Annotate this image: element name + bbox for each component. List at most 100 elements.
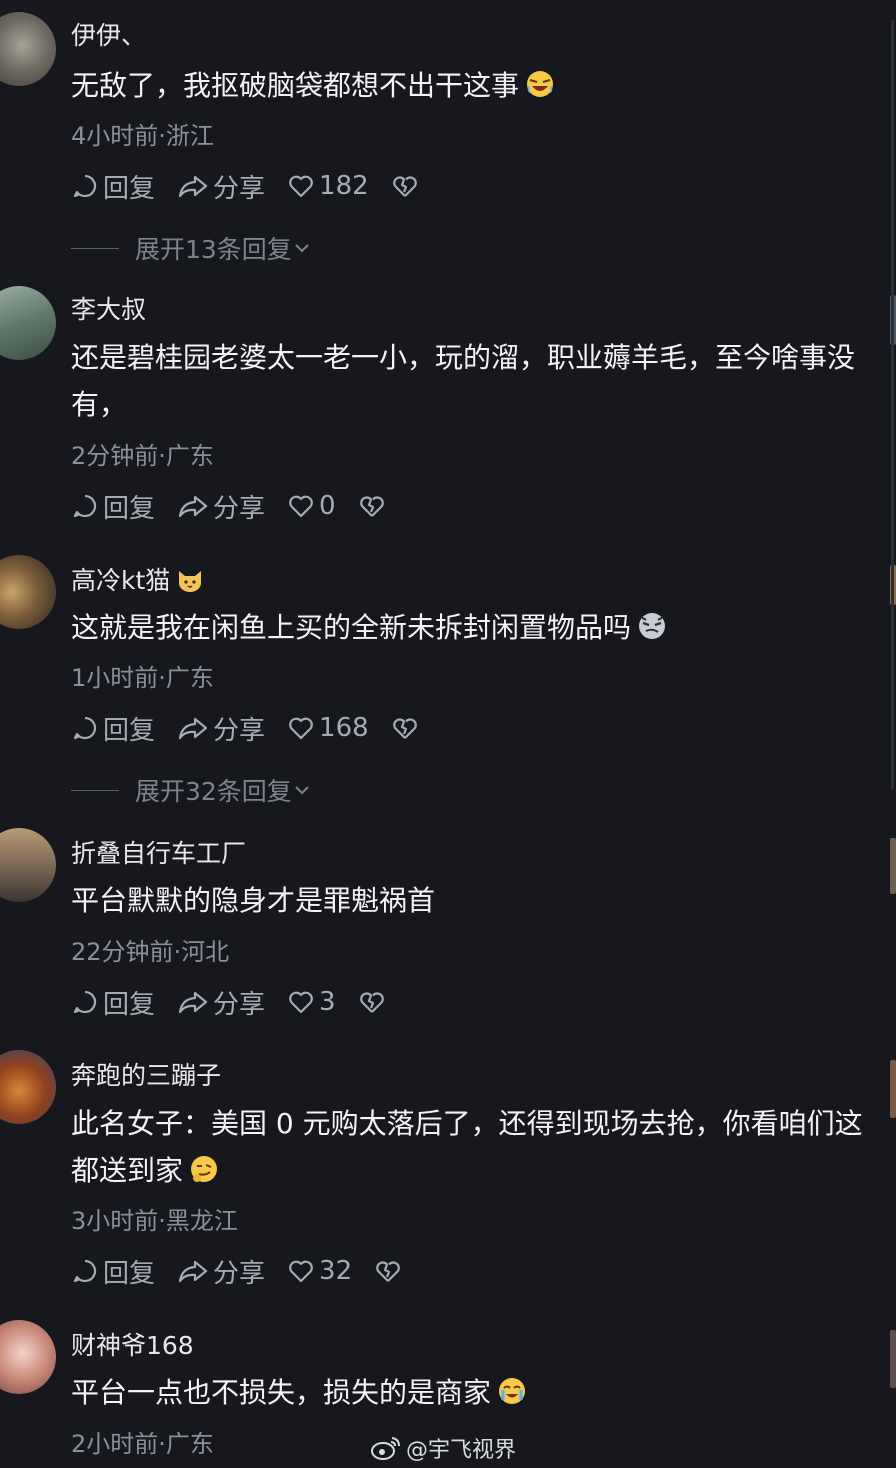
watermark: @宇飞视界 [370,1432,516,1464]
share-label: 分享 [213,493,266,524]
expand-replies-label: 展开13条回复 [135,235,292,264]
reply-label: 回复 [103,989,156,1020]
broken-heart-icon [359,496,384,517]
heart-icon [289,495,313,518]
crying-laughing-emoji-icon [497,1373,527,1420]
expand-replies-label: 展开32条回复 [135,777,292,806]
reply-button[interactable]: 回复 [71,710,155,747]
weibo-logo-icon [371,1437,400,1460]
broken-heart-icon [376,1261,400,1282]
comment-username[interactable]: 李大叔 [71,290,146,326]
like-button[interactable]: 168 [287,713,369,743]
reply-icon [73,174,97,198]
comment-text: 平台一点也不损失，损失的是商家 [71,1369,871,1420]
comment-body: 无敌了，我抠破脑袋都想不出干这事 [71,69,520,102]
expand-divider [71,247,119,249]
scrollbar[interactable] [891,20,894,790]
comment-meta: 1小时前·广东 [71,664,214,692]
reply-icon [73,494,97,518]
share-icon [178,175,208,198]
like-count: 3 [319,987,336,1017]
comment-actions: 回复 分享 182 [71,168,445,204]
heart-icon [289,991,313,1014]
share-button[interactable]: 分享 [177,710,265,747]
chevron-down-icon [295,244,309,253]
cat-face-emoji-icon [176,567,204,599]
username-text: 高冷kt猫 [71,566,171,595]
share-button[interactable]: 分享 [177,168,265,205]
comment-text: 还是碧桂园老婆太一老一小，玩的溜，职业薅羊毛，至今啥事没有， [71,341,856,421]
user-avatar[interactable] [0,1050,56,1124]
comment-meta: 2分钟前·广东 [71,442,214,470]
share-button[interactable]: 分享 [177,984,265,1021]
dislike-button[interactable] [358,988,390,1016]
comment-text: 无敌了，我抠破脑袋都想不出干这事 [71,62,871,113]
heart-icon [289,175,313,198]
share-label: 分享 [213,173,266,204]
comment-username[interactable]: 伊伊、 [71,16,146,52]
reply-button[interactable]: 回复 [71,488,155,525]
like-button[interactable]: 32 [287,1256,352,1286]
comment-actions: 回复 分享 168 [71,710,445,746]
broken-heart-icon [392,176,417,197]
chevron-down-icon [295,786,309,795]
comment-username[interactable]: 财神爷168 [71,1326,194,1362]
reply-icon [73,1259,97,1283]
expand-replies-button[interactable]: 展开32条回复 [71,772,312,808]
user-avatar[interactable] [0,828,56,902]
laughing-crying-emoji-icon [525,66,555,113]
share-label: 分享 [213,715,266,746]
reply-button[interactable]: 回复 [71,168,155,205]
dislike-button[interactable] [391,714,423,742]
broken-heart-icon [359,992,384,1013]
reply-label: 回复 [103,715,156,746]
reply-label: 回复 [103,1258,156,1289]
thinking-smirk-emoji-icon [189,1151,219,1198]
like-button[interactable]: 3 [287,987,336,1017]
reply-label: 回复 [103,173,156,204]
like-count: 182 [319,171,369,201]
share-icon [178,1260,208,1283]
like-button[interactable]: 182 [287,171,369,201]
comment-username[interactable]: 折叠自行车工厂 [71,834,246,870]
share-icon [178,717,208,740]
share-icon [178,495,208,518]
like-button[interactable]: 0 [287,491,336,521]
user-avatar[interactable] [0,555,56,629]
expand-divider [71,789,119,791]
comment-meta: 3小时前·黑龙江 [71,1207,238,1235]
comment-meta: 22分钟前·河北 [71,938,230,966]
comment-body: 平台一点也不损失，损失的是商家 [71,1376,492,1409]
comment-text: 此名女子：美国 0 元购太落后了，还得到现场去抢，你看咱们这都送到家 [71,1100,871,1198]
side-thumbnail [890,1060,896,1118]
user-avatar[interactable] [0,1320,56,1394]
comment-actions: 回复 分享 0 [71,488,412,524]
like-count: 0 [319,491,336,521]
comment-text: 平台默默的隐身才是罪魁祸首 [71,884,436,917]
share-label: 分享 [213,989,266,1020]
reply-icon [73,990,97,1014]
user-avatar[interactable] [0,12,56,86]
comment-username[interactable]: 奔跑的三蹦子 [71,1056,221,1092]
reply-label: 回复 [103,493,156,524]
share-button[interactable]: 分享 [177,488,265,525]
user-avatar[interactable] [0,286,56,360]
like-count: 32 [319,1256,353,1286]
comment-actions: 回复 分享 32 [71,1253,428,1289]
heart-icon [289,1260,313,1283]
share-label: 分享 [213,1258,266,1289]
reply-icon [73,716,97,740]
comment-actions: 回复 分享 3 [71,984,412,1020]
reply-button[interactable]: 回复 [71,1253,155,1290]
dislike-button[interactable] [358,492,390,520]
dislike-button[interactable] [391,172,423,200]
side-thumbnail [890,838,896,894]
comment-body: 这就是我在闲鱼上买的全新未拆封闲置物品吗 [71,611,632,644]
expand-replies-button[interactable]: 展开13条回复 [71,230,312,266]
reply-button[interactable]: 回复 [71,984,155,1021]
share-button[interactable]: 分享 [177,1253,265,1290]
watermark-text: @宇飞视界 [406,1438,517,1463]
share-icon [178,991,208,1014]
comment-username[interactable]: 高冷kt猫 [71,561,204,599]
dislike-button[interactable] [374,1257,406,1285]
